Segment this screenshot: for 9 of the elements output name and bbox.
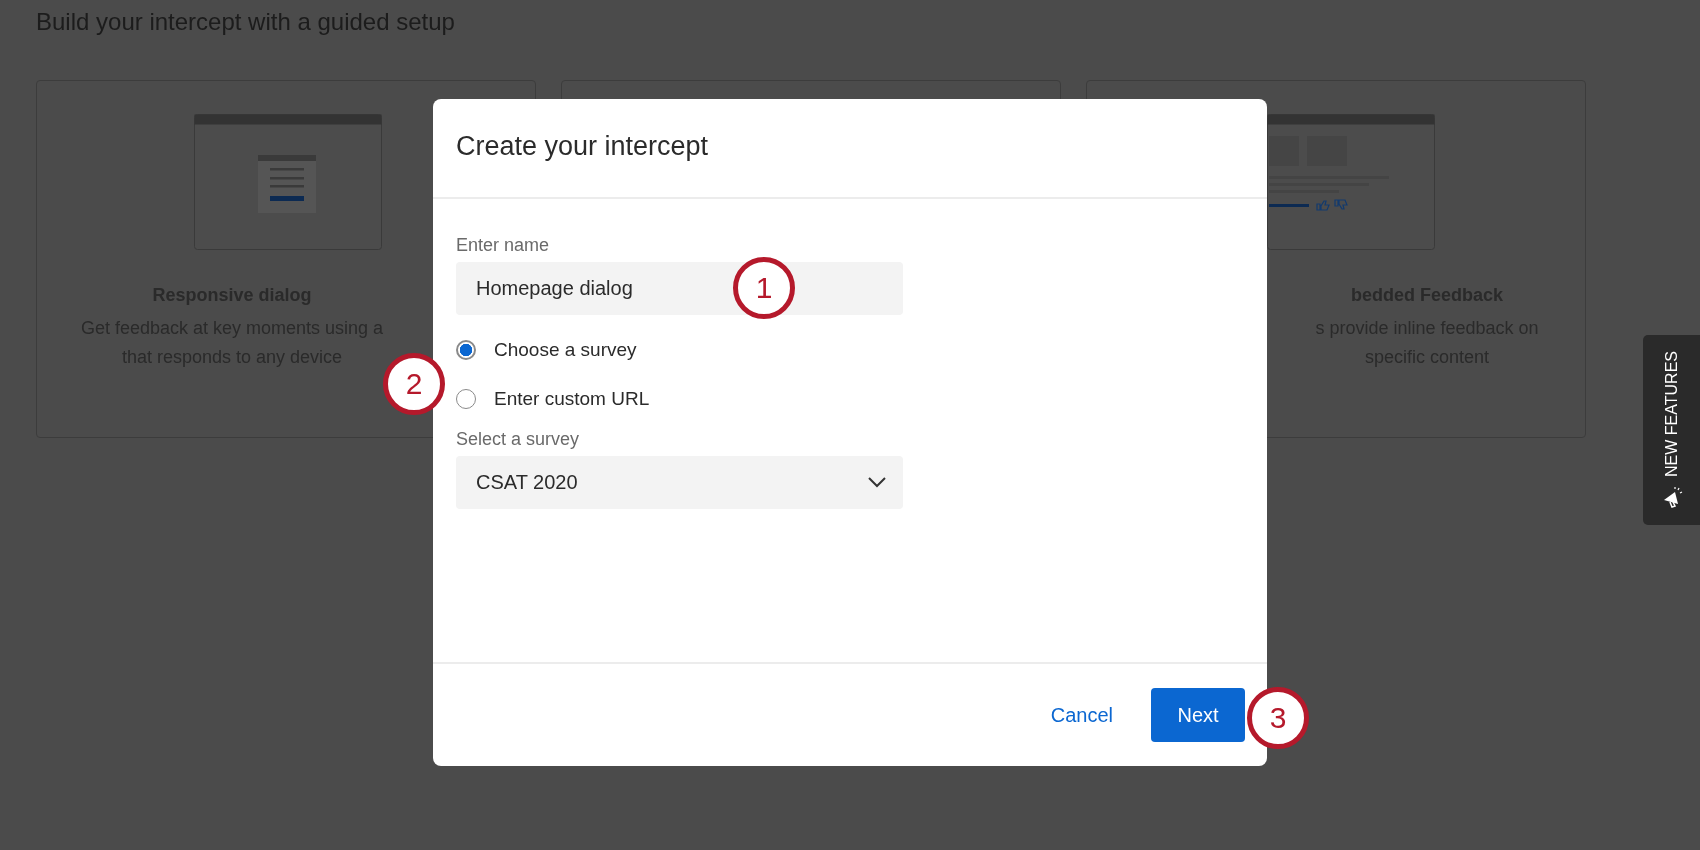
chevron-down-icon: [868, 477, 886, 488]
cancel-button[interactable]: Cancel: [1046, 697, 1117, 733]
radio-button[interactable]: [456, 339, 476, 360]
next-button[interactable]: Next: [1151, 688, 1245, 742]
survey-dropdown[interactable]: CSAT 2020: [456, 456, 903, 509]
new-features-tab[interactable]: NEW FEATURES: [1643, 335, 1700, 525]
radio-button[interactable]: [456, 388, 476, 409]
step-callout: 3: [1247, 687, 1309, 749]
step-callout: 2: [383, 353, 445, 415]
